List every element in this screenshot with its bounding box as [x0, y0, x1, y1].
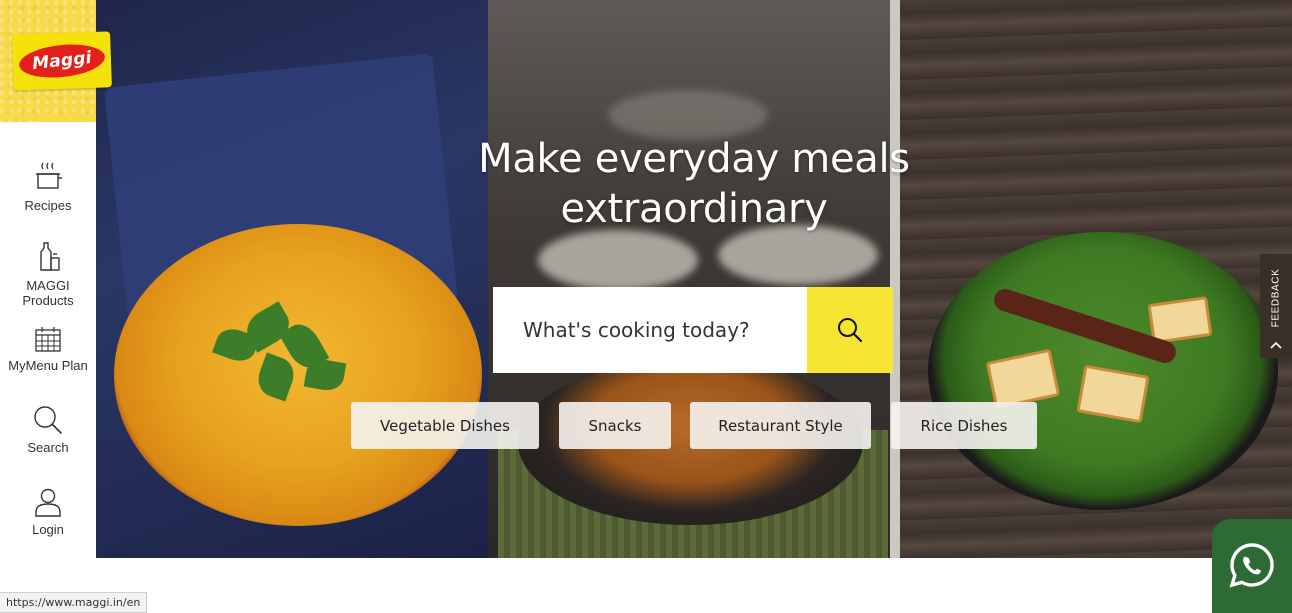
logo-band: Maggi	[0, 0, 112, 127]
browser-status-url: https://www.maggi.in/en	[0, 592, 148, 613]
whatsapp-icon	[1229, 543, 1274, 588]
whatsapp-button[interactable]	[1212, 519, 1292, 613]
category-chip-restaurant-style[interactable]: Restaurant Style	[690, 402, 871, 449]
hero-panel-palak	[900, 0, 1292, 558]
hero-banner	[96, 0, 1292, 558]
sidebar-item-label: MAGGI Products	[22, 278, 74, 308]
sidebar-item-label: Login	[32, 522, 64, 537]
headline-line-2: extraordinary	[560, 186, 828, 232]
search-submit-button[interactable]	[807, 287, 893, 373]
hero-panel-snacks	[488, 0, 890, 558]
logo-text: Maggi	[31, 47, 93, 75]
calendar-icon	[35, 327, 61, 352]
sidebar-item-mymenu-plan[interactable]: MyMenu Plan	[0, 326, 96, 373]
bottle-icon	[40, 242, 60, 271]
chevron-up-icon	[1270, 341, 1282, 349]
search-icon	[838, 318, 863, 343]
hero-panel-dal	[96, 0, 488, 558]
sidebar-item-login[interactable]: Login	[0, 486, 96, 537]
recipe-search-input[interactable]	[493, 287, 807, 373]
category-chip-snacks[interactable]: Snacks	[559, 402, 671, 449]
user-icon	[35, 488, 61, 517]
headline-line-1: Make everyday meals	[478, 136, 910, 182]
sidebar-item-search[interactable]: Search	[0, 404, 96, 455]
sidebar-item-label: Search	[27, 440, 69, 455]
sidebar-item-label: MyMenu Plan	[8, 358, 88, 373]
feedback-tab[interactable]: FEEDBACK	[1260, 254, 1292, 358]
sidebar: Maggi Recipes MAGGI Products MyMenu Plan…	[0, 0, 112, 613]
page: Make everyday meals extraordinary Vegeta…	[0, 0, 1292, 613]
recipe-search-box	[493, 287, 893, 373]
sidebar-item-recipes[interactable]: Recipes	[0, 160, 96, 213]
category-chip-rice-dishes[interactable]: Rice Dishes	[891, 402, 1037, 449]
category-chip-vegetable-dishes[interactable]: Vegetable Dishes	[351, 402, 539, 449]
pot-steam-icon	[36, 162, 62, 189]
feedback-label: FEEDBACK	[1270, 268, 1282, 328]
maggi-logo[interactable]: Maggi	[12, 31, 112, 91]
sidebar-item-maggi-products[interactable]: MAGGI Products	[0, 240, 96, 308]
sidebar-item-label: Recipes	[24, 198, 72, 213]
hero-headline: Make everyday meals extraordinary	[96, 134, 1292, 234]
search-icon	[34, 406, 62, 434]
